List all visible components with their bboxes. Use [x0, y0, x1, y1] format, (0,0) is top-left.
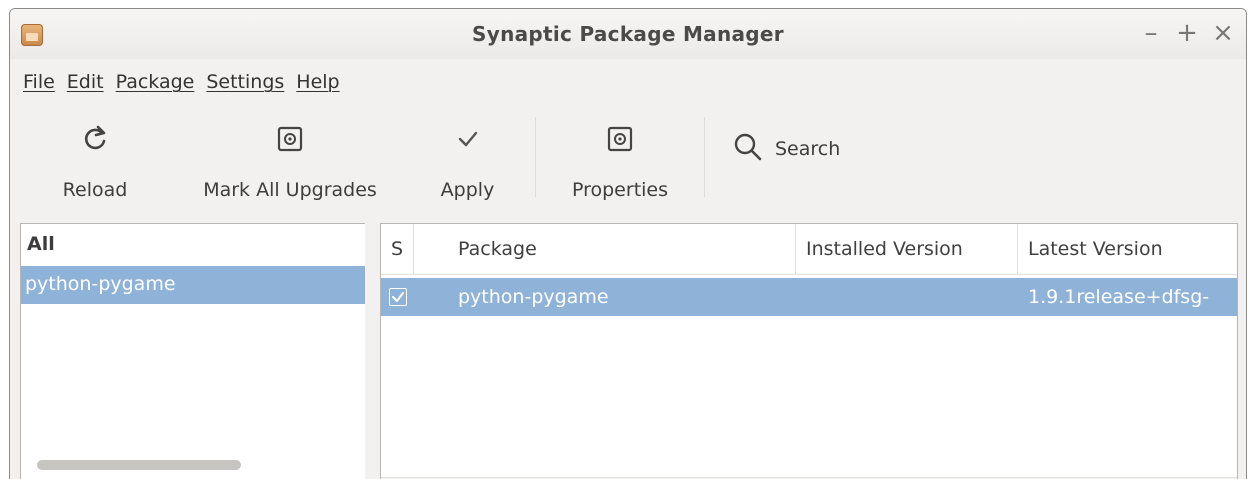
reload-label: Reload	[62, 179, 128, 201]
apply-button[interactable]: Apply	[400, 105, 535, 209]
menu-package[interactable]: Package	[110, 65, 201, 99]
filter-list-header[interactable]: All	[21, 224, 366, 266]
package-name-cell: python-pygame	[458, 286, 609, 308]
status-checkbox[interactable]	[389, 288, 407, 306]
horizontal-scrollbar[interactable]	[37, 460, 241, 470]
menu-file[interactable]: File	[10, 65, 61, 99]
column-header-status[interactable]: S	[381, 224, 414, 274]
check-icon	[392, 292, 404, 302]
window-controls: – + ×	[1140, 18, 1234, 48]
filter-list-item[interactable]: python-pygame	[21, 266, 366, 304]
reload-button[interactable]: Reload	[10, 105, 180, 209]
menu-help[interactable]: Help	[290, 65, 345, 99]
mark-all-upgrades-button[interactable]: Mark All Upgrades	[180, 105, 400, 209]
properties-button[interactable]: Properties	[536, 105, 704, 209]
status-cell[interactable]	[381, 278, 414, 316]
installed-version-cell	[796, 278, 1018, 316]
apply-label: Apply	[440, 179, 495, 201]
minimize-button[interactable]: –	[1140, 18, 1162, 48]
toolbar: Reload Mark All Upgrades Apply Propertie…	[10, 105, 1246, 209]
title-bar[interactable]: Synaptic Package Manager – + ×	[10, 9, 1246, 59]
column-header-latest-version[interactable]: Latest Version	[1018, 224, 1237, 274]
checkmark-icon	[455, 119, 481, 159]
synaptic-window: Synaptic Package Manager – + × File Edit…	[9, 8, 1247, 479]
reload-icon	[81, 119, 109, 159]
filter-list-panel: All python-pygame	[20, 223, 367, 479]
search-label: Search	[775, 138, 841, 160]
mark-all-upgrades-label: Mark All Upgrades	[203, 179, 377, 201]
properties-icon	[606, 119, 634, 159]
table-row[interactable]: python-pygame 1.9.1release+dfsg-	[381, 278, 1237, 316]
search-icon	[733, 132, 763, 167]
maximize-button[interactable]: +	[1176, 18, 1198, 48]
pane-divider[interactable]	[365, 223, 380, 479]
search-button[interactable]: Search	[705, 97, 840, 201]
table-header: S Package Installed Version Latest Versi…	[381, 224, 1237, 275]
window-title: Synaptic Package Manager	[472, 22, 784, 46]
column-header-installed-version[interactable]: Installed Version	[796, 224, 1018, 274]
menu-bar: File Edit Package Settings Help	[10, 65, 346, 99]
menu-edit[interactable]: Edit	[61, 65, 110, 99]
latest-version-cell: 1.9.1release+dfsg-	[1028, 286, 1210, 308]
close-button[interactable]: ×	[1212, 18, 1234, 48]
mark-upgrades-icon	[276, 119, 304, 159]
properties-label: Properties	[571, 179, 669, 201]
column-header-package[interactable]: Package	[414, 224, 796, 274]
package-table: S Package Installed Version Latest Versi…	[380, 223, 1238, 479]
menu-settings[interactable]: Settings	[200, 65, 290, 99]
